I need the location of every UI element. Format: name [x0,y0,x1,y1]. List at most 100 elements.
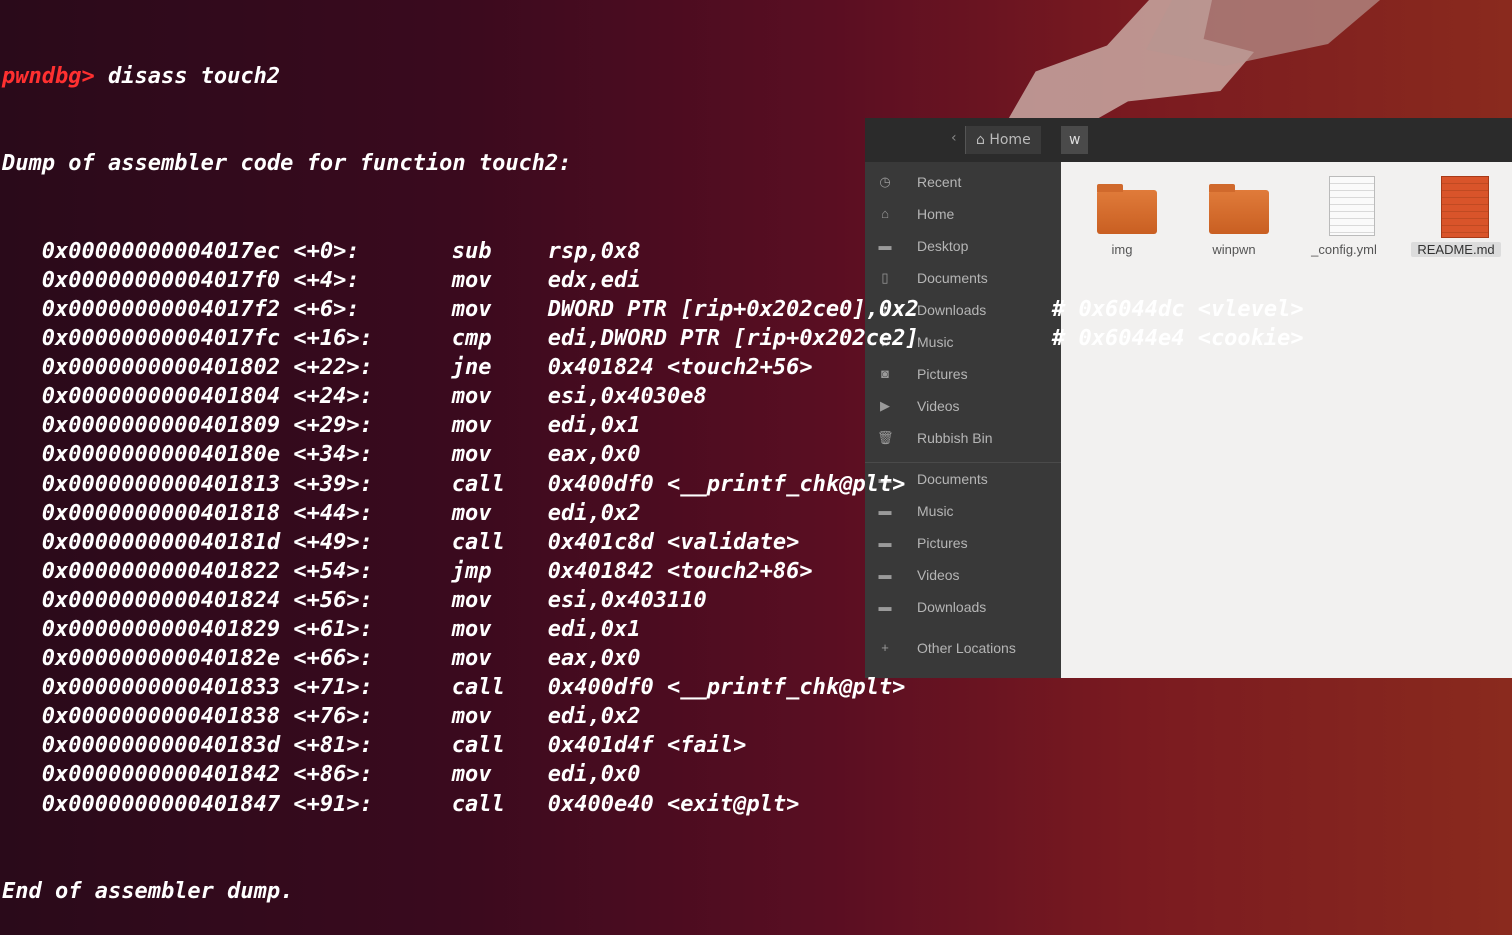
instruction-operands: DWORD PTR [rip+0x202ce0],0x2 [547,296,919,322]
instruction-line: 0x00000000004017f2 <+6>: mov DWORD PTR [ri… [2,295,1512,324]
instruction-line: 0x00000000004017ec <+0>: sub rsp,0x8 [2,237,1512,266]
instruction-operands: edi,0x1 [547,616,641,642]
instruction-address: 0x0000000000401809 <+29>: [41,413,373,439]
instruction-mnemonic: call [451,733,505,759]
instruction-mnemonic: jmp [451,558,492,584]
instruction-address: 0x0000000000401847 <+91>: [41,791,373,817]
command-line: pwndbg> disass touch2 [2,62,1512,91]
prompt: pwndbg> [2,64,95,90]
instruction-operands: 0x400e40 <exit@plt> [547,791,800,817]
instruction-address: 0x00000000004017f0 <+4>: [41,267,360,293]
instruction-operands: 0x401842 <touch2+86> [547,558,813,584]
instruction-line: 0x0000000000401824 <+56>: mov esi,0x403110 [2,586,1512,615]
instruction-mnemonic: mov [451,762,492,788]
instruction-line: 0x0000000000401822 <+54>: jmp 0x401842 <to… [2,557,1512,586]
instruction-line: 0x0000000000401809 <+29>: mov edi,0x1 [2,411,1512,440]
instruction-address: 0x0000000000401804 <+24>: [41,384,373,410]
instruction-address: 0x000000000040183d <+81>: [41,733,373,759]
instruction-operands: edi,0x0 [547,762,641,788]
instruction-address: 0x0000000000401829 <+61>: [41,616,373,642]
instruction-address: 0x0000000000401818 <+44>: [41,500,373,526]
instruction-address: 0x0000000000401802 <+22>: [41,355,373,381]
instruction-line: 0x0000000000401847 <+91>: call 0x400e40 <e… [2,790,1512,819]
instruction-mnemonic: mov [451,616,492,642]
instruction-mnemonic: sub [451,238,492,264]
instruction-line: 0x000000000040182e <+66>: mov eax,0x0 [2,644,1512,673]
instruction-address: 0x000000000040181d <+49>: [41,529,373,555]
instruction-address: 0x000000000040182e <+66>: [41,646,373,672]
instruction-operands: eax,0x0 [547,646,641,672]
instruction-operands: edi,0x1 [547,413,641,439]
instruction-line: 0x0000000000401829 <+61>: mov edi,0x1 [2,615,1512,644]
instruction-line: 0x0000000000401802 <+22>: jne 0x401824 <to… [2,353,1512,382]
instruction-line: 0x0000000000401813 <+39>: call 0x400df0 <_… [2,470,1512,499]
command-text: disass touch2 [94,64,281,90]
instruction-operands: esi,0x403110 [547,587,707,613]
instruction-line: 0x0000000000401842 <+86>: mov edi,0x0 [2,760,1512,789]
instruction-operands: 0x400df0 <__printf_chk@plt> [547,471,906,497]
instruction-mnemonic: jne [451,355,492,381]
instruction-line: 0x000000000040181d <+49>: call 0x401c8d <v… [2,528,1512,557]
instruction-address: 0x0000000000401822 <+54>: [41,558,373,584]
instruction-mnemonic: mov [451,296,492,322]
instruction-address: 0x00000000004017ec <+0>: [41,238,360,264]
instruction-operands: rsp,0x8 [547,238,641,264]
instruction-operands: edi,0x2 [547,704,641,730]
instruction-comment: # 0x6044e4 <cookie> [1052,326,1304,352]
instruction-line: 0x000000000040180e <+34>: mov eax,0x0 [2,440,1512,469]
instruction-mnemonic: mov [451,267,492,293]
instruction-line: 0x00000000004017fc <+16>: cmp edi,DWORD PT… [2,324,1512,353]
instruction-operands: eax,0x0 [547,442,641,468]
instruction-operands: edx,edi [547,267,641,293]
dump-header: Dump of assembler code for function touc… [2,151,572,177]
instruction-operands: 0x401c8d <validate> [547,529,800,555]
dump-footer: End of assembler dump. [2,878,294,904]
instruction-operands: 0x401d4f <fail> [547,733,747,759]
instruction-mnemonic: mov [451,442,492,468]
instruction-address: 0x0000000000401824 <+56>: [41,587,373,613]
instruction-address: 0x0000000000401838 <+76>: [41,704,373,730]
instruction-mnemonic: cmp [451,326,492,352]
instruction-mnemonic: mov [451,500,492,526]
instruction-mnemonic: mov [451,587,492,613]
instruction-address: 0x00000000004017f2 <+6>: [41,296,360,322]
instruction-mnemonic: call [451,529,505,555]
instruction-operands: 0x401824 <touch2+56> [547,355,813,381]
instruction-mnemonic: call [451,471,505,497]
instruction-operands: esi,0x4030e8 [547,384,707,410]
terminal-output: pwndbg> disass touch2 Dump of assembler … [2,4,1512,935]
instruction-mnemonic: mov [451,413,492,439]
instruction-line: 0x0000000000401838 <+76>: mov edi,0x2 [2,702,1512,731]
instruction-address: 0x000000000040180e <+34>: [41,442,373,468]
instruction-line: 0x0000000000401818 <+44>: mov edi,0x2 [2,499,1512,528]
instruction-address: 0x0000000000401842 <+86>: [41,762,373,788]
instruction-mnemonic: mov [451,704,492,730]
instruction-mnemonic: call [451,791,505,817]
instruction-mnemonic: mov [451,646,492,672]
instruction-line: 0x0000000000401804 <+24>: mov esi,0x4030e8 [2,382,1512,411]
instruction-address: 0x0000000000401813 <+39>: [41,471,373,497]
instruction-mnemonic: mov [451,384,492,410]
instruction-operands: edi,0x2 [547,500,641,526]
instruction-list: 0x00000000004017ec <+0>: sub rsp,0x8 0x000… [2,237,1512,819]
